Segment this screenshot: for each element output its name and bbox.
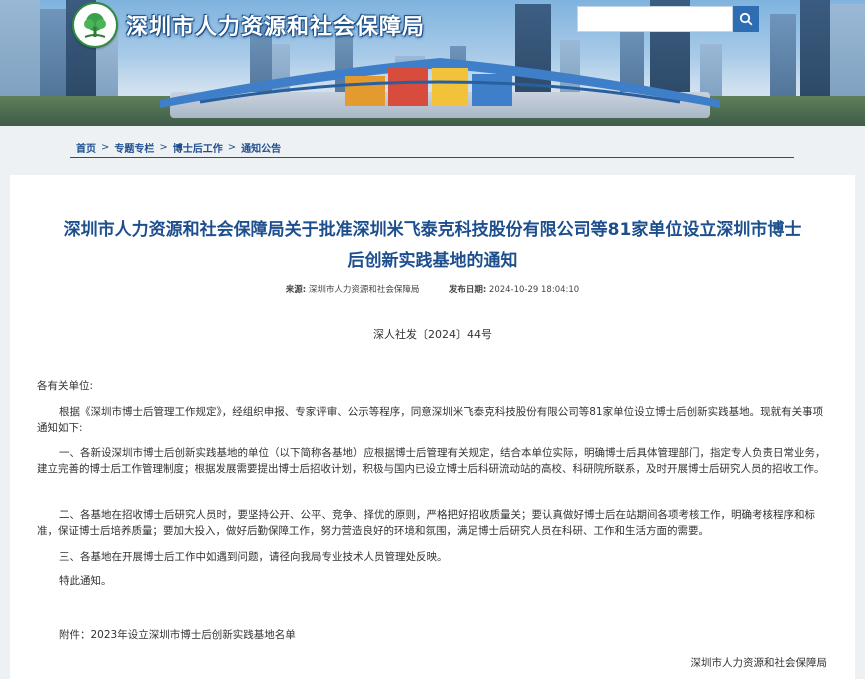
date-value: 2024-10-29 18:04:10 <box>488 285 580 295</box>
breadcrumb-postdoc-link[interactable]: 博士后工作 <box>173 140 223 155</box>
article-title: 深圳市人力资源和社会保障局关于批准深圳米飞泰克科技股份有限公司等81家单位设立深… <box>63 220 802 271</box>
header-banner: 深圳市人力资源和社会保障局 <box>0 0 865 126</box>
signature: 深圳市人力资源和社会保障局 <box>690 657 828 669</box>
salutation: 各有关单位: <box>37 380 94 392</box>
date-label: 发布日期: <box>448 285 487 295</box>
document-number: 深人社发〔2024〕44号 <box>373 328 492 341</box>
civic-center-roof-image <box>160 58 720 108</box>
breadcrumb: 首页 > 专题专栏 > 博士后工作 > 通知公告 <box>70 137 794 158</box>
attachment-link[interactable]: 附件：2023年设立深圳市博士后创新实践基地名单 <box>37 627 829 643</box>
logo-emblem-icon <box>72 2 118 48</box>
breadcrumb-separator-icon: > <box>159 141 168 153</box>
breadcrumb-separator-icon: > <box>227 141 237 153</box>
paragraph-intro: 根据《深圳市博士后管理工作规定》，经组织申报、专家评审、公示等程序，同意深圳米飞… <box>37 406 824 434</box>
paragraph-item-1: 一、各新设深圳市博士后创新实践基地的单位（以下简称各基地）应根据博士后管理有关规… <box>37 447 826 475</box>
article-panel: 深圳市人力资源和社会保障局关于批准深圳米飞泰克科技股份有限公司等81家单位设立深… <box>10 175 855 679</box>
breadcrumb-separator-icon: > <box>101 141 110 153</box>
closing-line: 特此通知。 <box>59 575 112 587</box>
article-meta: 来源: 深圳市人力资源和社会保障局 发布日期: 2024-10-29 18:04… <box>10 283 855 295</box>
source-label: 来源: <box>285 285 307 295</box>
source-value: 深圳市人力资源和社会保障局 <box>308 285 420 295</box>
breadcrumb-home-link[interactable]: 首页 <box>76 140 96 155</box>
search-button[interactable] <box>733 6 759 32</box>
search-icon <box>739 12 753 26</box>
breadcrumb-topics-link[interactable]: 专题专栏 <box>114 140 154 155</box>
site-logo[interactable]: 深圳市人力资源和社会保障局 <box>72 2 425 48</box>
paragraph-item-2: 二、各基地在招收博士后研究人员时，要坚持公开、公平、竞争、择优的原则，严格把好招… <box>37 509 815 537</box>
breadcrumb-notices-link[interactable]: 通知公告 <box>241 140 281 155</box>
search-input[interactable] <box>577 6 733 32</box>
paragraph-item-3: 三、各基地在开展博士后工作中如遇到问题，请径向我局专业技术人员管理处反映。 <box>59 551 448 563</box>
site-title: 深圳市人力资源和社会保障局 <box>126 15 426 40</box>
